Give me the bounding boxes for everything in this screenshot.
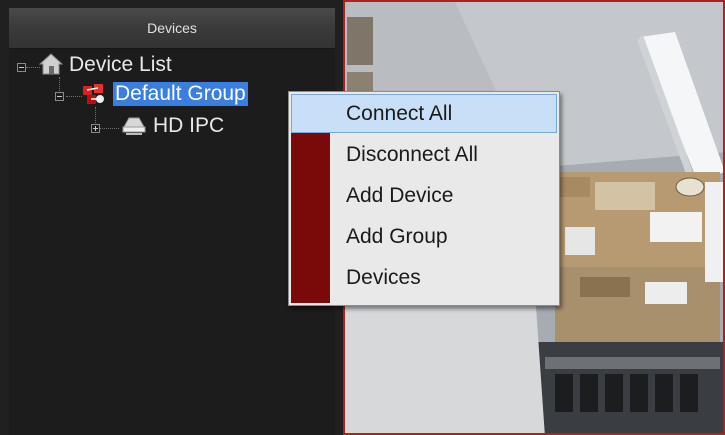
menu-item-connect-all[interactable]: Connect All [291, 94, 557, 133]
menu-item-add-group[interactable]: Add Group [291, 217, 557, 256]
tree-node-device-list[interactable]: Device List [69, 53, 172, 77]
group-icon [83, 84, 104, 104]
app-window: Devices Device List Default Group HD IPC… [0, 0, 725, 435]
tree-guide-line [26, 67, 40, 69]
tree-guide-line [95, 107, 97, 123]
menu-item-label: Disconnect All [346, 143, 478, 166]
tree-guide-line [66, 96, 82, 98]
menu-item-label: Add Device [346, 184, 454, 207]
menu-item-label: Add Group [346, 225, 448, 248]
home-icon [39, 53, 63, 75]
tree-node-default-group[interactable]: Default Group [113, 82, 248, 106]
collapse-toggle-default-group[interactable] [55, 92, 64, 101]
context-menu: Connect All Disconnect All Add Device Ad… [288, 91, 560, 306]
ip-camera-icon [122, 117, 146, 135]
device-tree: Device List Default Group HD IPC [9, 49, 335, 435]
menu-item-label: Devices [346, 266, 421, 289]
tree-node-hd-ipc[interactable]: HD IPC [153, 114, 224, 138]
menu-item-add-device[interactable]: Add Device [291, 176, 557, 215]
tree-guide-line [99, 128, 119, 130]
panel-title: Devices [9, 8, 335, 49]
menu-item-disconnect-all[interactable]: Disconnect All [291, 135, 557, 174]
menu-item-label: Connect All [346, 102, 453, 125]
expand-toggle-hd-ipc[interactable] [91, 124, 100, 133]
collapse-toggle-device-list[interactable] [17, 63, 26, 72]
menu-item-devices[interactable]: Devices [291, 258, 557, 297]
